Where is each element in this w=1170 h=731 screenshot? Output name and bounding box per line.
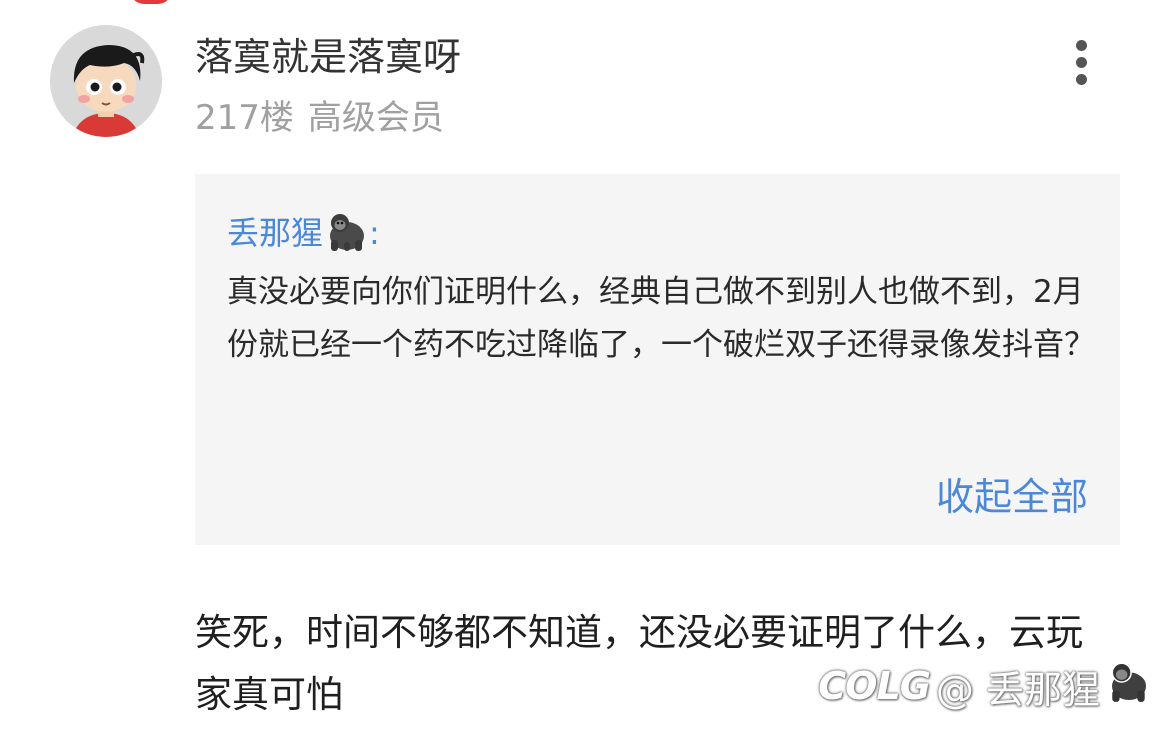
avatar[interactable] [50,25,162,137]
watermark-handle: @ 丢那猩 [935,667,1100,712]
more-vertical-icon-dot [1076,57,1087,68]
username[interactable]: 落寞就是落寞呀 [195,32,461,82]
quote-author-name: 丢那猩 [227,214,324,252]
gorilla-icon [1106,661,1152,712]
member-level: 高级会员 [307,98,444,138]
more-vertical-icon [1076,40,1087,51]
cartoon-avatar-icon [50,25,162,137]
post-meta: 217楼 高级会员 [195,95,444,141]
more-vertical-icon-dot [1076,74,1087,85]
watermark: COLG @ 丢那猩 [818,660,1152,712]
colg-logo: COLG [818,664,931,708]
previous-item-remnant [130,0,172,4]
floor-number: 217楼 [195,98,294,138]
quote-author-separator: : [369,214,380,252]
quote-text: 真没必要向你们证明什么，经典自己做不到别人也做不到，2月份就已经一个药不吃过降临… [227,274,1095,363]
collapse-all-button[interactable]: 收起全部 [936,472,1088,522]
gorilla-icon [325,212,369,264]
quoted-reply: 丢那猩 : 真没必要向你们证明什么，经典自己做不到别人也做不到，2月份就已经一个… [195,174,1120,545]
more-options-button[interactable] [1058,38,1106,88]
quote-author[interactable]: 丢那猩 : [227,210,380,264]
